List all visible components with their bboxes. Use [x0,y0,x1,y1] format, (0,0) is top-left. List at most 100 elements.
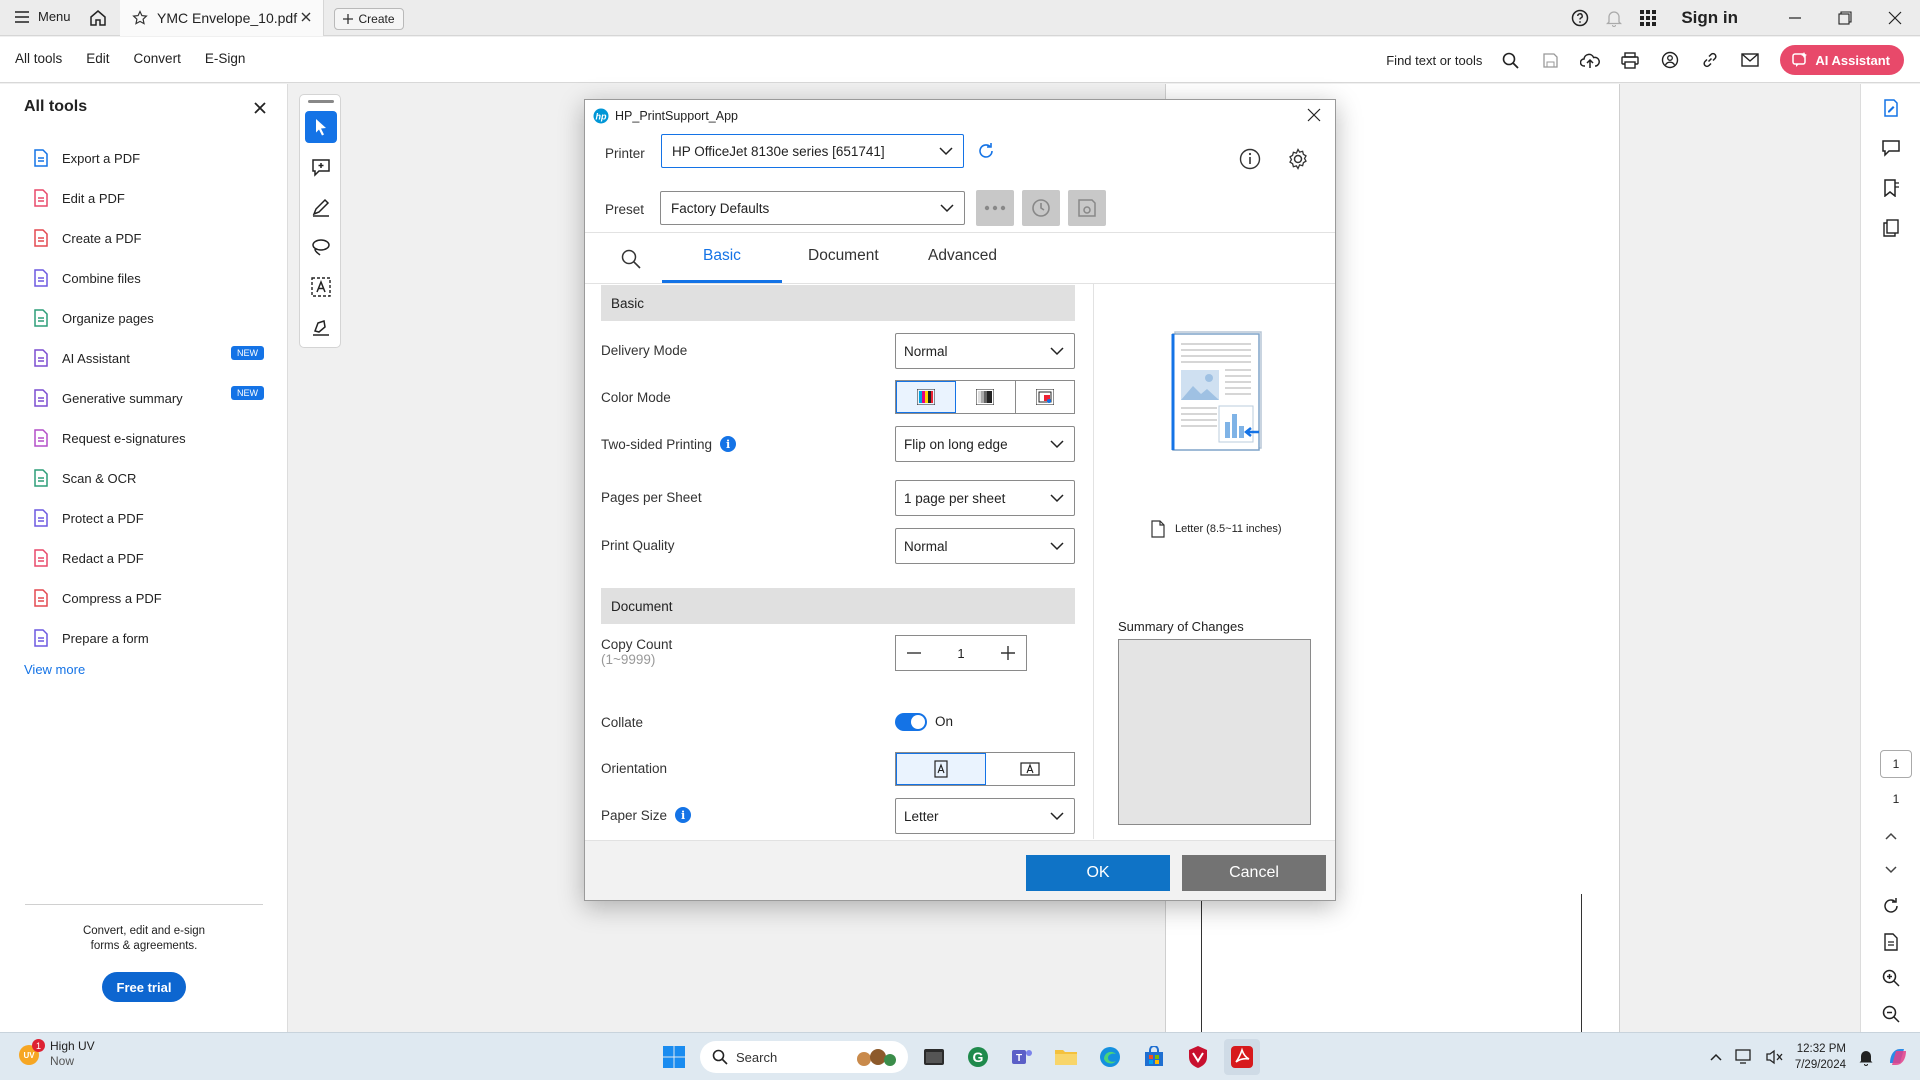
menu-esign[interactable]: E-Sign [205,51,246,66]
taskbar-file-explorer[interactable] [1048,1039,1084,1075]
print-quality-select[interactable]: Normal [895,528,1075,564]
collate-toggle[interactable] [895,713,927,731]
taskbar-terminal[interactable] [916,1039,952,1075]
zoom-in-button[interactable] [1879,966,1903,990]
tab-basic[interactable]: Basic [703,247,741,265]
document-tab[interactable]: YMC Envelope_10.pdf [120,0,324,36]
ok-button[interactable]: OK [1026,855,1170,891]
taskbar-search[interactable]: Search [700,1041,908,1073]
tool-item-organize-pages[interactable]: Organize pages [32,298,264,338]
current-page-input[interactable]: 1 [1880,750,1912,778]
chevron-up-icon[interactable] [1709,1052,1723,1062]
sign-tool[interactable] [305,311,337,343]
menu-convert[interactable]: Convert [134,51,181,66]
pages-rail-button[interactable] [1879,216,1903,240]
share-button[interactable] [1650,51,1690,69]
highlight-tool[interactable] [305,191,337,223]
tab-document[interactable]: Document [808,247,879,265]
menu-edit[interactable]: Edit [86,51,109,66]
tool-item-request-e-signatures[interactable]: Request e-signatures [32,418,264,458]
preset-save-button[interactable] [1068,190,1106,226]
view-more-link[interactable]: View more [24,662,85,677]
help-button[interactable] [1563,9,1597,27]
find-text-label[interactable]: Find text or tools [1386,53,1482,68]
search-button[interactable] [1490,52,1530,69]
tool-item-generative-summary[interactable]: Generative summary NEW [32,378,264,418]
copy-count-input[interactable]: 1 [932,636,990,670]
tool-item-scan-ocr[interactable]: Scan & OCR [32,458,264,498]
cancel-button[interactable]: Cancel [1182,855,1326,891]
menu-button[interactable]: Menu [14,9,71,24]
search-settings-icon[interactable] [621,249,641,269]
taskbar-chrome-app[interactable]: G [960,1039,996,1075]
info-icon[interactable]: i [720,436,737,452]
select-tool[interactable] [305,111,337,143]
tool-item-compress-a-pdf[interactable]: Compress a PDF [32,578,264,618]
tool-item-edit-a-pdf[interactable]: Edit a PDF [32,178,264,218]
page-display-button[interactable] [1879,930,1903,954]
link-button[interactable] [1690,51,1730,69]
tab-advanced[interactable]: Advanced [928,247,997,265]
edit-pdf-rail-button[interactable] [1879,96,1903,120]
create-button[interactable]: Create [334,8,404,30]
delivery-mode-select[interactable]: Normal [895,333,1075,369]
preset-reset-button[interactable] [1022,190,1060,226]
bookmarks-rail-button[interactable] [1879,176,1903,200]
refresh-printers-icon[interactable] [977,142,995,160]
info-icon[interactable]: i [675,807,692,823]
taskbar-edge[interactable] [1092,1039,1128,1075]
draw-tool[interactable] [305,231,337,263]
close-window-button[interactable] [1870,11,1920,25]
tool-item-create-a-pdf[interactable]: Create a PDF [32,218,264,258]
close-dialog-icon[interactable] [1307,108,1321,122]
preset-more-button[interactable] [976,190,1014,226]
rotate-button[interactable] [1879,894,1903,918]
email-button[interactable] [1730,53,1770,67]
text-recognition-tool[interactable] [305,271,337,303]
tool-item-prepare-a-form[interactable]: Prepare a form [32,618,264,658]
apps-button[interactable] [1631,10,1665,26]
close-panel-icon[interactable] [254,102,266,114]
free-trial-button[interactable]: Free trial [102,972,186,1002]
notifications-button[interactable] [1597,9,1631,27]
ai-assistant-button[interactable]: AI Assistant [1780,45,1904,75]
orientation-landscape[interactable] [986,753,1074,785]
comment-tool[interactable] [305,151,337,183]
notification-bell-icon[interactable] [1858,1048,1874,1066]
menu-all-tools[interactable]: All tools [15,51,62,66]
taskbar-acrobat[interactable] [1224,1039,1260,1075]
home-button[interactable] [88,8,108,28]
weather-widget[interactable]: UV 1 High UV Now [16,1039,95,1069]
drag-handle[interactable] [308,100,334,103]
preset-select[interactable]: Factory Defaults [660,191,965,225]
two-sided-select[interactable]: Flip on long edge [895,426,1075,462]
info-icon[interactable] [1239,148,1261,170]
network-icon[interactable] [1735,1049,1753,1065]
save-button[interactable] [1530,52,1570,69]
printer-select[interactable]: HP OfficeJet 8130e series [651741] [661,134,964,168]
orientation-portrait[interactable] [896,753,986,785]
sign-in-link[interactable]: Sign in [1681,8,1738,28]
speaker-muted-icon[interactable] [1765,1049,1783,1065]
print-button[interactable] [1610,51,1650,69]
star-icon[interactable] [132,10,148,26]
close-tab-icon[interactable] [299,10,313,24]
taskbar-teams[interactable]: T [1004,1039,1040,1075]
zoom-out-button[interactable] [1879,1002,1903,1026]
previous-page-button[interactable] [1879,824,1903,848]
color-mode-custom[interactable] [1016,381,1074,413]
restore-button[interactable] [1820,11,1870,25]
minimize-button[interactable] [1770,11,1820,25]
paper-size-select[interactable]: Letter [895,798,1075,834]
tool-item-protect-a-pdf[interactable]: Protect a PDF [32,498,264,538]
tool-item-ai-assistant[interactable]: AI Assistant NEW [32,338,264,378]
color-mode-grayscale[interactable] [956,381,1016,413]
settings-gear-icon[interactable] [1287,148,1309,170]
tool-item-export-a-pdf[interactable]: Export a PDF [32,138,264,178]
copilot-icon[interactable] [1886,1045,1910,1069]
decrement-button[interactable] [896,636,932,670]
increment-button[interactable] [990,636,1026,670]
comments-rail-button[interactable] [1879,136,1903,160]
start-button[interactable] [656,1039,692,1075]
dialog-title-bar[interactable]: hp HP_PrintSupport_App [593,108,738,124]
